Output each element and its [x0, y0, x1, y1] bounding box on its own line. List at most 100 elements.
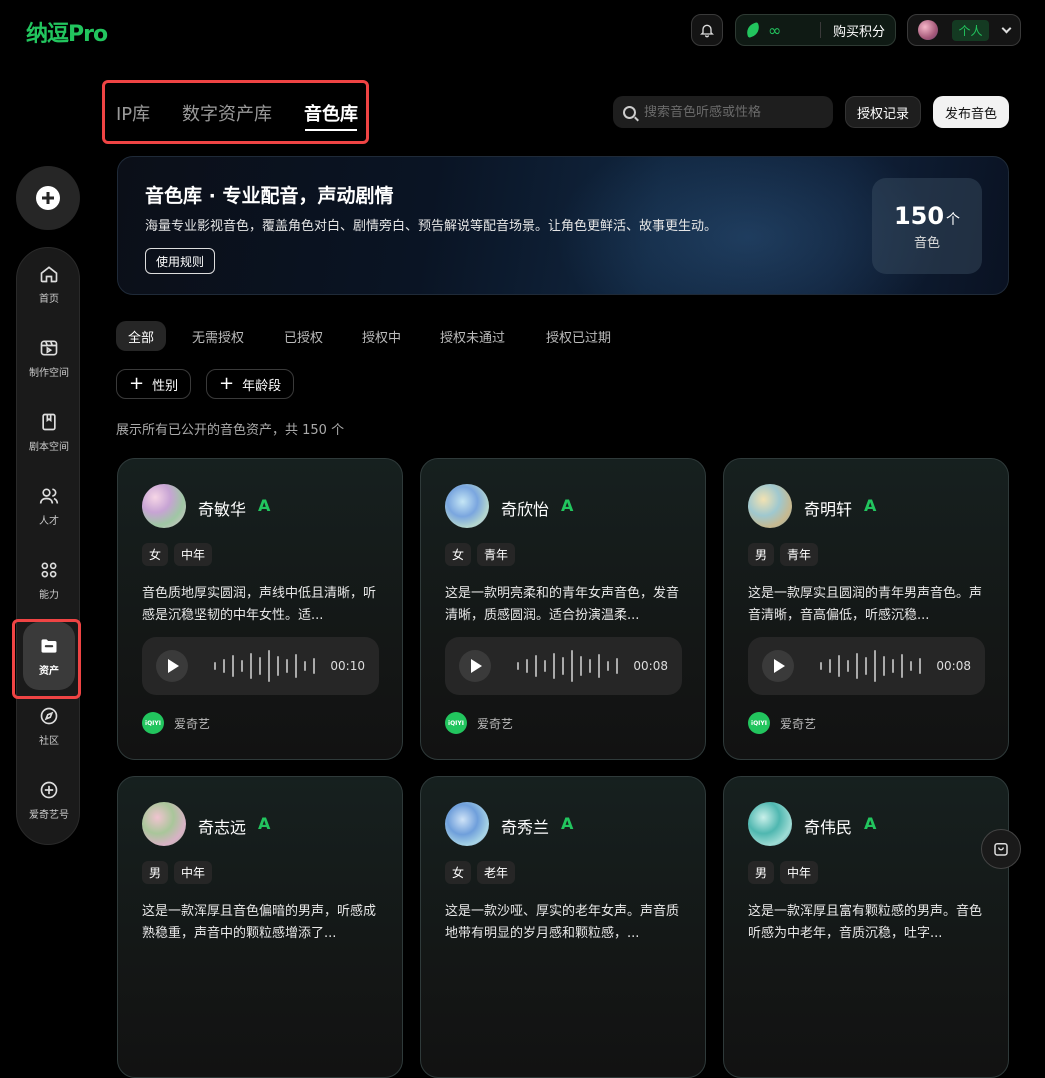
divider: [819, 22, 821, 38]
voice-description: 这是一款浑厚且音色偏暗的男声，听感成熟稳重，声音中的颗粒感增添了...: [142, 904, 377, 941]
waveform: [214, 650, 315, 682]
voice-card[interactable]: 奇明轩 A 男青年 这是一款厚实且圆润的青年男声音色。声音清晰，音高偏低，听感沉稳..…: [723, 458, 1009, 760]
waveform-bar: [901, 654, 903, 678]
voice-tag: 女: [445, 543, 472, 566]
sidebar-item-ability[interactable]: 能力: [17, 546, 81, 614]
user-menu-button[interactable]: 个人: [907, 14, 1021, 46]
filter-chip-rejected[interactable]: 授权未通过: [428, 321, 517, 351]
source-name: 爱奇艺: [780, 716, 817, 731]
avatar: [445, 802, 489, 846]
search-box[interactable]: [613, 96, 833, 128]
tag-list: 女老年: [445, 861, 516, 884]
voice-count-value: 150: [893, 201, 945, 230]
duration: 00:08: [936, 659, 971, 673]
waveform-bar: [241, 660, 243, 672]
sidebar-item-label: 爱奇艺号: [29, 810, 69, 821]
sidebar-item-iqiyi-account[interactable]: 爱奇艺号: [17, 766, 81, 834]
waveform-bar: [223, 659, 225, 673]
voice-description: 这是一款明亮柔和的青年女声音色，发音清晰，质感圆润。适合扮演温柔...: [445, 586, 680, 623]
iqiyi-logo-icon: iQIYI: [748, 712, 770, 734]
play-button[interactable]: [156, 650, 188, 682]
waveform: [820, 650, 921, 682]
waveform-bar: [259, 657, 261, 675]
waveform-bar: [286, 659, 288, 673]
sidebar-item-home[interactable]: 首页: [17, 250, 81, 318]
gender-filter-label: 性别: [152, 378, 179, 394]
voice-card[interactable]: 奇秀兰 A 女老年 这是一款沙哑、厚实的老年女声。声音质地带有明显的岁月感和颗粒感，.…: [420, 776, 706, 1078]
voice-name: 奇伟民: [804, 818, 853, 837]
voice-card[interactable]: 奇欣怡 A 女青年 这是一款明亮柔和的青年女声音色，发音清晰，质感圆润。适合扮演温柔.…: [420, 458, 706, 760]
sidebar-item-talent[interactable]: 人才: [17, 472, 81, 540]
waveform-bar: [571, 650, 573, 682]
plus-icon: +: [219, 373, 235, 394]
voice-description: 音色质地厚实圆润，声线中低且清晰，听感是沉稳坚韧的中年女性。适...: [142, 586, 377, 623]
voice-name: 奇明轩: [804, 500, 853, 519]
tag-list: 女中年: [142, 543, 213, 566]
tag-list: 男中年: [142, 861, 213, 884]
iqiyi-logo-icon: iQIYI: [445, 712, 467, 734]
waveform-bar: [838, 655, 840, 677]
audio-player: 00:08: [445, 637, 682, 695]
voice-tag: 青年: [477, 543, 516, 566]
cart-button[interactable]: [981, 829, 1021, 869]
sidebar-item-label: 能力: [39, 590, 59, 601]
filter-chip-no-auth[interactable]: 无需授权: [180, 321, 256, 351]
voice-tag: 男: [748, 861, 775, 884]
publish-voice-button[interactable]: 发布音色: [933, 96, 1009, 128]
sidebar-item-script[interactable]: 剧本空间: [17, 398, 81, 466]
notification-button[interactable]: [691, 14, 723, 46]
sidebar-item-studio[interactable]: 制作空间: [17, 324, 81, 392]
voice-count-unit: 个: [946, 211, 961, 228]
voice-tag: 青年: [780, 543, 819, 566]
filter-chip-expired[interactable]: 授权已过期: [534, 321, 623, 351]
source-name: 爱奇艺: [477, 716, 514, 731]
voice-tag: 女: [142, 543, 169, 566]
source-name: 爱奇艺: [174, 716, 211, 731]
voice-count: 150 个: [894, 202, 960, 230]
duration: 00:08: [633, 659, 668, 673]
voice-description: 这是一款沙哑、厚实的老年女声。声音质地带有明显的岁月感和颗粒感，...: [445, 904, 680, 941]
points-button[interactable]: ∞ 购买积分: [735, 14, 896, 46]
banner-title: 音色库 · 专业配音，声动剧情: [145, 185, 394, 207]
filter-chip-authorizing[interactable]: 授权中: [350, 321, 413, 351]
play-button[interactable]: [459, 650, 491, 682]
iqiyi-logo-icon: iQIYI: [142, 712, 164, 734]
sidebar-item-label: 社区: [39, 736, 59, 747]
waveform-bar: [517, 662, 519, 670]
waveform-bar: [856, 653, 858, 679]
waveform-bar: [232, 655, 234, 677]
filter-chip-all[interactable]: 全部: [116, 321, 167, 351]
sidebar-item-community[interactable]: 社区: [17, 692, 81, 760]
voice-card[interactable]: 奇敏华 A 女中年 音色质地厚实圆润，声线中低且清晰，听感是沉稳坚韧的中年女性。适..…: [117, 458, 403, 760]
banner-description: 海量专业影视音色，覆盖角色对白、剧情旁白、预告解说等配音场景。让角色更鲜活、故事…: [145, 219, 718, 234]
voice-card[interactable]: 奇志远 A 男中年 这是一款浑厚且音色偏暗的男声，听感成熟稳重，声音中的颗粒感增添了.…: [117, 776, 403, 1078]
voice-tag: 女: [445, 861, 472, 884]
app-logo[interactable]: 纳逗Pro: [26, 16, 108, 48]
audio-player: 00:08: [748, 637, 985, 695]
age-filter-button[interactable]: + 年龄段: [206, 369, 295, 399]
home-icon: [38, 263, 60, 285]
voice-name: 奇敏华: [198, 500, 247, 519]
search-input[interactable]: [644, 104, 814, 120]
create-button[interactable]: [16, 166, 80, 230]
avatar: [748, 802, 792, 846]
bell-icon: [700, 24, 714, 38]
voice-card[interactable]: 奇伟民 A 男中年 这是一款浑厚且富有颗粒感的男声。音色听感为中老年，音质沉稳，吐字.…: [723, 776, 1009, 1078]
sidebar-item-label: 剧本空间: [29, 442, 69, 453]
tag-list: 男青年: [748, 543, 819, 566]
filter-chip-authorized[interactable]: 已授权: [272, 321, 335, 351]
grade-badge: A: [864, 496, 877, 515]
waveform-bar: [883, 656, 885, 676]
usage-rules-button[interactable]: 使用规则: [145, 248, 216, 274]
gender-filter-button[interactable]: + 性别: [116, 369, 192, 399]
script-icon: [38, 411, 60, 433]
play-icon: [471, 659, 482, 673]
waveform-bar: [313, 658, 315, 674]
voice-tag: 中年: [174, 543, 213, 566]
auth-record-button[interactable]: 授权记录: [845, 96, 921, 128]
buy-points-label: 购买积分: [832, 24, 885, 40]
play-button[interactable]: [762, 650, 794, 682]
voice-count-label: 音色: [913, 235, 940, 251]
waveform-bar: [544, 660, 546, 672]
waveform-bar: [526, 659, 528, 673]
